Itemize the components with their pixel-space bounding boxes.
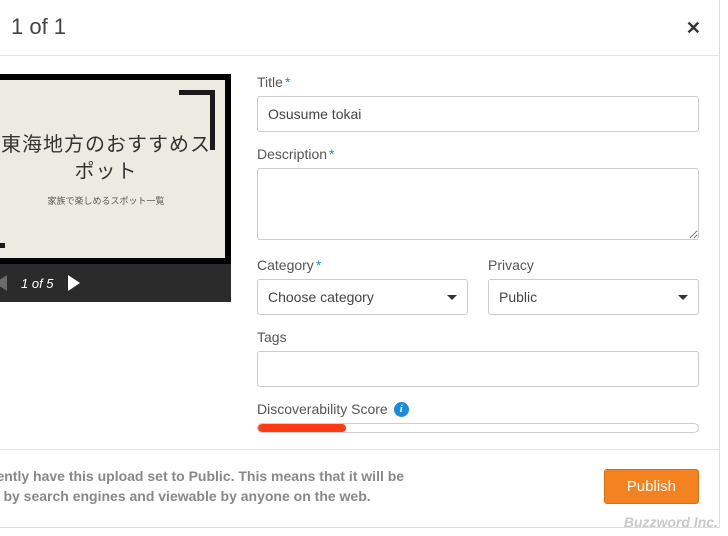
slide-preview: 東海地方のおすすめスポット 家族で楽しめるスポット一覧 [0, 74, 231, 264]
privacy-label: Privacy [488, 257, 699, 273]
chevron-down-icon [678, 295, 688, 300]
tags-label: Tags [257, 329, 699, 345]
category-value: Choose category [268, 289, 374, 305]
chevron-down-icon [447, 295, 457, 300]
modal-title: 1 of 1 [11, 14, 66, 39]
decor-bracket [0, 188, 5, 248]
category-label: Category* [257, 257, 468, 273]
watermark: Buzzword Inc. [624, 514, 718, 530]
privacy-notice: rently have this upload set to Public. T… [0, 466, 404, 507]
info-icon[interactable]: i [394, 402, 409, 417]
decor-bracket [179, 90, 215, 150]
discoverability-fill [258, 424, 346, 432]
description-input[interactable] [257, 168, 699, 240]
tags-input[interactable] [257, 351, 699, 387]
close-icon[interactable]: ✕ [686, 18, 701, 39]
title-input[interactable] [257, 96, 699, 132]
slide-nav: 1 of 5 [0, 264, 231, 302]
slide-counter: 1 of 5 [21, 276, 54, 291]
privacy-select[interactable]: Public [488, 279, 699, 315]
next-slide-icon[interactable] [68, 275, 80, 291]
slide-subtitle: 家族で楽しめるスポット一覧 [47, 194, 164, 207]
prev-slide-icon[interactable] [0, 275, 7, 291]
privacy-value: Public [499, 289, 537, 305]
publish-button[interactable]: Publish [604, 469, 699, 504]
category-select[interactable]: Choose category [257, 279, 468, 315]
discoverability-label: Discoverability Score [257, 401, 388, 417]
title-label: Title* [257, 74, 699, 90]
description-label: Description* [257, 146, 699, 162]
discoverability-track [257, 423, 699, 433]
